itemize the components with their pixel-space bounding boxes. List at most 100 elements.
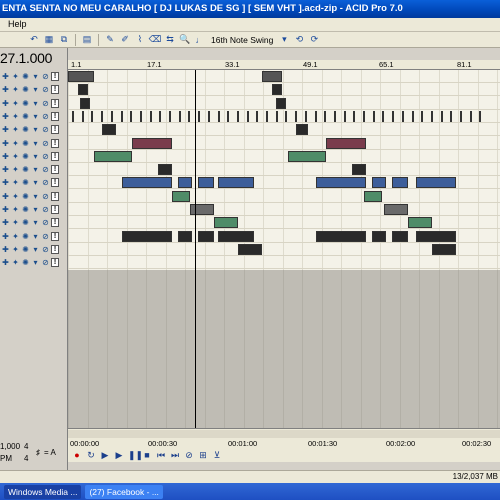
expand-icon[interactable]: ✚ [1,139,10,148]
audio-clip[interactable] [296,124,308,136]
audio-clip[interactable] [178,177,192,189]
mute-icon[interactable]: ⊘ [41,85,50,94]
track-row[interactable] [68,163,500,177]
time-signature-top[interactable]: 4 [24,442,28,451]
audio-clip[interactable] [72,110,74,122]
track-row[interactable] [68,123,500,137]
chevron-down-icon[interactable]: ▾ [31,245,40,254]
audio-clip[interactable] [450,110,453,122]
fx-icon[interactable]: ✺ [21,258,30,267]
audio-clip[interactable] [169,110,171,122]
audio-clip[interactable] [149,110,152,122]
chevron-down-icon[interactable]: ▾ [31,178,40,187]
audio-clip[interactable] [416,230,456,242]
loop-playback-icon[interactable]: ↻ [86,450,96,461]
snap-dropdown[interactable]: 16th Note Swing [211,35,273,45]
mute-icon[interactable]: ⊘ [41,125,50,134]
play-icon[interactable]: ▶ [114,450,124,461]
audio-clip[interactable] [304,110,307,122]
audio-clip[interactable] [392,230,408,242]
fx-icon[interactable]: ✺ [21,205,30,214]
track-header[interactable]: ✚ ✦ ✺ ▾ ⊘! [0,137,68,150]
mute-icon[interactable]: ⊘ [41,205,50,214]
track-header[interactable]: ✚ ✦ ✺ ▾ ⊘! [0,97,68,110]
automation-icon[interactable]: ✦ [11,165,20,174]
horizontal-scrollbar[interactable] [68,430,500,438]
audio-clip[interactable] [440,110,443,122]
audio-clip[interactable] [430,110,433,122]
audio-clip[interactable] [479,110,482,122]
fx-icon[interactable]: ✺ [21,232,30,241]
audio-clip[interactable] [324,110,327,122]
solo-icon[interactable]: ! [51,125,59,135]
audio-clip[interactable] [256,110,259,122]
track-header[interactable]: ✚ ✦ ✺ ▾ ⊘! [0,110,68,123]
chevron-down-icon[interactable]: ▾ [31,258,40,267]
expand-icon[interactable]: ✚ [1,245,10,254]
stop-icon[interactable]: ■ [142,450,152,460]
play-from-start-icon[interactable]: ▶ [100,450,110,461]
record-icon[interactable]: ● [72,450,82,460]
audio-clip[interactable] [364,190,382,202]
mute-icon[interactable]: ⊘ [41,258,50,267]
menu-help[interactable]: Help [8,19,27,29]
audio-clip[interactable] [421,110,424,122]
fx-icon[interactable]: ✺ [21,178,30,187]
audio-clip[interactable] [272,84,282,96]
audio-clip[interactable] [139,110,142,122]
track-header[interactable]: ✚ ✦ ✺ ▾ ⊘! [0,256,68,269]
audio-clip[interactable] [207,110,210,122]
automation-icon[interactable]: ✦ [11,232,20,241]
audio-clip[interactable] [411,110,414,122]
audio-clip[interactable] [246,110,249,122]
audio-clip[interactable] [217,110,220,122]
automation-icon[interactable]: ✦ [11,125,20,134]
audio-clip[interactable] [353,110,356,122]
audio-clip[interactable] [316,177,366,189]
audio-clip[interactable] [159,110,162,122]
tempo-icon[interactable]: ⊻ [212,450,222,461]
envelope-icon[interactable]: ⌇ [134,34,146,46]
mute-icon[interactable]: ⊘ [41,232,50,241]
audio-clip[interactable] [91,110,94,122]
expand-icon[interactable]: ✚ [1,99,10,108]
zoom-icon[interactable]: 🔍 [179,34,191,46]
audio-clip[interactable] [285,110,288,122]
solo-icon[interactable]: ! [51,218,59,228]
expand-icon[interactable]: ✚ [1,85,10,94]
audio-clip[interactable] [416,177,456,189]
track-header[interactable]: ✚ ✦ ✺ ▾ ⊘! [0,123,68,136]
track-header[interactable]: ✚ ✦ ✺ ▾ ⊘! [0,163,68,176]
fx-icon[interactable]: ✺ [21,165,30,174]
track-row[interactable] [68,203,500,216]
mute-icon[interactable]: ⊘ [41,99,50,108]
audio-clip[interactable] [316,230,366,242]
solo-icon[interactable]: ! [51,205,59,214]
audio-clip[interactable] [80,97,90,109]
task-windows-media[interactable]: Windows Media ... [4,484,82,499]
audio-clip[interactable] [314,110,317,122]
chevron-down-icon[interactable]: ▾ [31,72,40,81]
track-row[interactable] [68,216,500,230]
track-row[interactable] [68,256,500,270]
automation-icon[interactable]: ✦ [11,192,20,201]
audio-clip[interactable] [401,110,404,122]
fx-icon[interactable]: ✺ [21,245,30,254]
audio-clip[interactable] [101,110,104,122]
mute-icon[interactable]: ⊘ [41,152,50,161]
audio-clip[interactable] [172,190,190,202]
audio-clip[interactable] [122,230,172,242]
automation-icon[interactable]: ✦ [11,112,20,121]
audio-clip[interactable] [384,204,408,215]
automation-icon[interactable]: ✦ [11,258,20,267]
loop-icon[interactable]: ⟲ [293,34,305,46]
audio-clip[interactable] [68,71,94,82]
fx-icon[interactable]: ✺ [21,99,30,108]
audio-clip[interactable] [236,110,239,122]
automation-icon[interactable]: ✦ [11,99,20,108]
mute-icon[interactable]: ⊘ [41,112,50,121]
fx-icon[interactable]: ✺ [21,152,30,161]
chevron-down-icon[interactable]: ▾ [31,192,40,201]
audio-clip[interactable] [469,110,472,122]
chevron-down-icon[interactable]: ▾ [31,205,40,214]
